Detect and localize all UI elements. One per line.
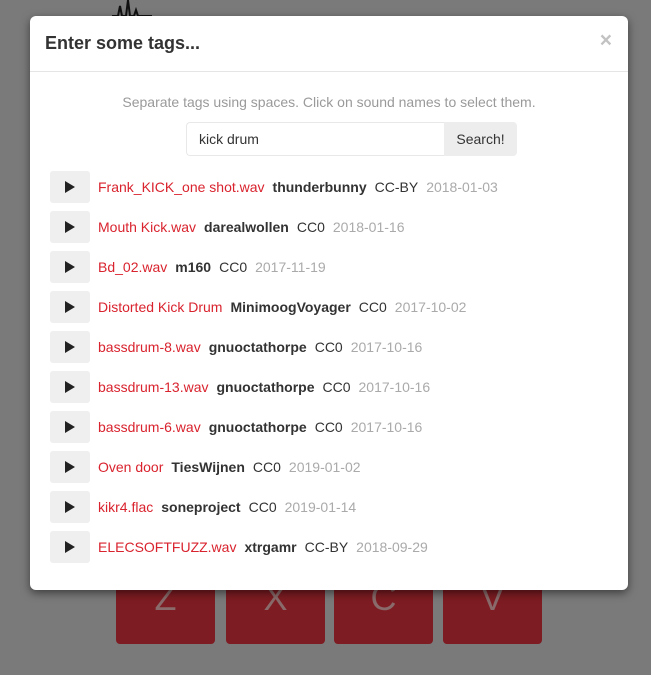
sound-user: darealwollen (204, 219, 289, 235)
key-v[interactable]: V (443, 586, 542, 644)
result-row: bassdrum-8.wav gnuoctathorpe CC0 2017-10-16 (50, 331, 422, 363)
play-icon (65, 181, 75, 193)
play-icon (65, 261, 75, 273)
play-button[interactable] (50, 491, 90, 523)
key-c[interactable]: C (334, 586, 433, 644)
result-row: ELECSOFTFUZZ.wav xtrgamr CC-BY 2018-09-29 (50, 531, 428, 563)
play-button[interactable] (50, 371, 90, 403)
sound-name-link[interactable]: Bd_02.wav (98, 259, 167, 275)
search-input[interactable] (186, 122, 444, 156)
play-icon (65, 501, 75, 513)
sound-date: 2018-09-29 (356, 539, 428, 555)
close-icon[interactable]: × (600, 30, 612, 51)
play-icon (65, 381, 75, 393)
sound-license: CC0 (358, 299, 387, 315)
sound-license: CC0 (322, 379, 351, 395)
sound-license: CC0 (219, 259, 248, 275)
search-group: Search! (186, 122, 517, 156)
sound-user: m160 (175, 259, 212, 275)
key-z[interactable]: Z (116, 586, 215, 644)
sound-name-link[interactable]: Frank_KICK_one shot.wav (98, 179, 265, 195)
play-icon (65, 541, 75, 553)
sound-name-link[interactable]: Oven door (98, 459, 163, 475)
result-row: bassdrum-6.wav gnuoctathorpe CC0 2017-10-16 (50, 411, 422, 443)
sound-user: gnuoctathorpe (216, 379, 315, 395)
sound-date: 2019-01-14 (284, 499, 357, 515)
tags-modal: Enter some tags... × Separate tags using… (30, 16, 628, 590)
sound-name-link[interactable]: ELECSOFTFUZZ.wav (98, 539, 236, 555)
play-button[interactable] (50, 331, 90, 363)
sound-date: 2017-11-19 (255, 259, 326, 275)
sound-name-link[interactable]: bassdrum-6.wav (98, 419, 201, 435)
result-row: Distorted Kick Drum MinimoogVoyager CC0 201… (50, 291, 466, 323)
sound-license: CC-BY (374, 179, 419, 195)
play-button[interactable] (50, 451, 90, 483)
play-button[interactable] (50, 251, 90, 283)
play-button[interactable] (50, 211, 90, 243)
sound-date: 2017-10-16 (350, 419, 423, 435)
result-row: kikr4.flac soneproject CC0 2019-01-14 (50, 491, 356, 523)
play-button[interactable] (50, 411, 90, 443)
play-icon (65, 421, 75, 433)
play-icon (65, 301, 75, 313)
sound-user: gnuoctathorpe (208, 339, 307, 355)
sound-date: 2018-01-16 (332, 219, 405, 235)
play-icon (65, 461, 75, 473)
play-icon (65, 221, 75, 233)
play-button[interactable] (50, 291, 90, 323)
sound-user: xtrgamr (244, 539, 297, 555)
result-row: Oven door TiesWijnen CC0 2019-01-02 (50, 451, 361, 483)
sound-user: MinimoogVoyager (230, 299, 351, 315)
search-button[interactable]: Search! (444, 122, 517, 156)
sound-name-link[interactable]: Mouth Kick.wav (98, 219, 196, 235)
modal-header: Enter some tags... × (30, 16, 628, 72)
sound-license: CC0 (248, 499, 277, 515)
play-icon (65, 341, 75, 353)
sound-name-link[interactable]: bassdrum-13.wav (98, 379, 209, 395)
result-row: Bd_02.wav m160 CC0 2017-11-19 (50, 251, 326, 283)
modal-title: Enter some tags... (45, 33, 201, 53)
sound-user: TiesWijnen (171, 459, 245, 475)
sound-license: CC0 (296, 219, 325, 235)
sound-date: 2017-10-16 (350, 339, 423, 355)
sound-name-link[interactable]: Distorted Kick Drum (98, 299, 222, 315)
sound-name-link[interactable]: bassdrum-8.wav (98, 339, 201, 355)
sound-license: CC0 (252, 459, 281, 475)
sound-user: thunderbunny (272, 179, 367, 195)
result-row: Mouth Kick.wav darealwollen CC0 2018-01-16 (50, 211, 405, 243)
sound-date: 2017-10-16 (358, 379, 431, 395)
result-row: bassdrum-13.wav gnuoctathorpe CC0 2017-10-1… (50, 371, 430, 403)
sound-license: CC0 (314, 419, 343, 435)
sound-license: CC-BY (304, 539, 349, 555)
result-row: Frank_KICK_one shot.wav thunderbunny CC-BY… (50, 171, 498, 203)
search-hint: Separate tags using spaces. Click on sou… (122, 94, 536, 110)
sound-name-link[interactable]: kikr4.flac (98, 499, 153, 515)
sound-user: gnuoctathorpe (208, 419, 307, 435)
sound-date: 2017-10-02 (394, 299, 467, 315)
play-button[interactable] (50, 171, 90, 203)
sound-date: 2019-01-02 (288, 459, 361, 475)
sound-user: soneproject (161, 499, 241, 515)
sound-license: CC0 (314, 339, 343, 355)
sound-date: 2018-01-03 (426, 179, 498, 195)
key-x[interactable]: X (226, 586, 325, 644)
play-button[interactable] (50, 531, 90, 563)
